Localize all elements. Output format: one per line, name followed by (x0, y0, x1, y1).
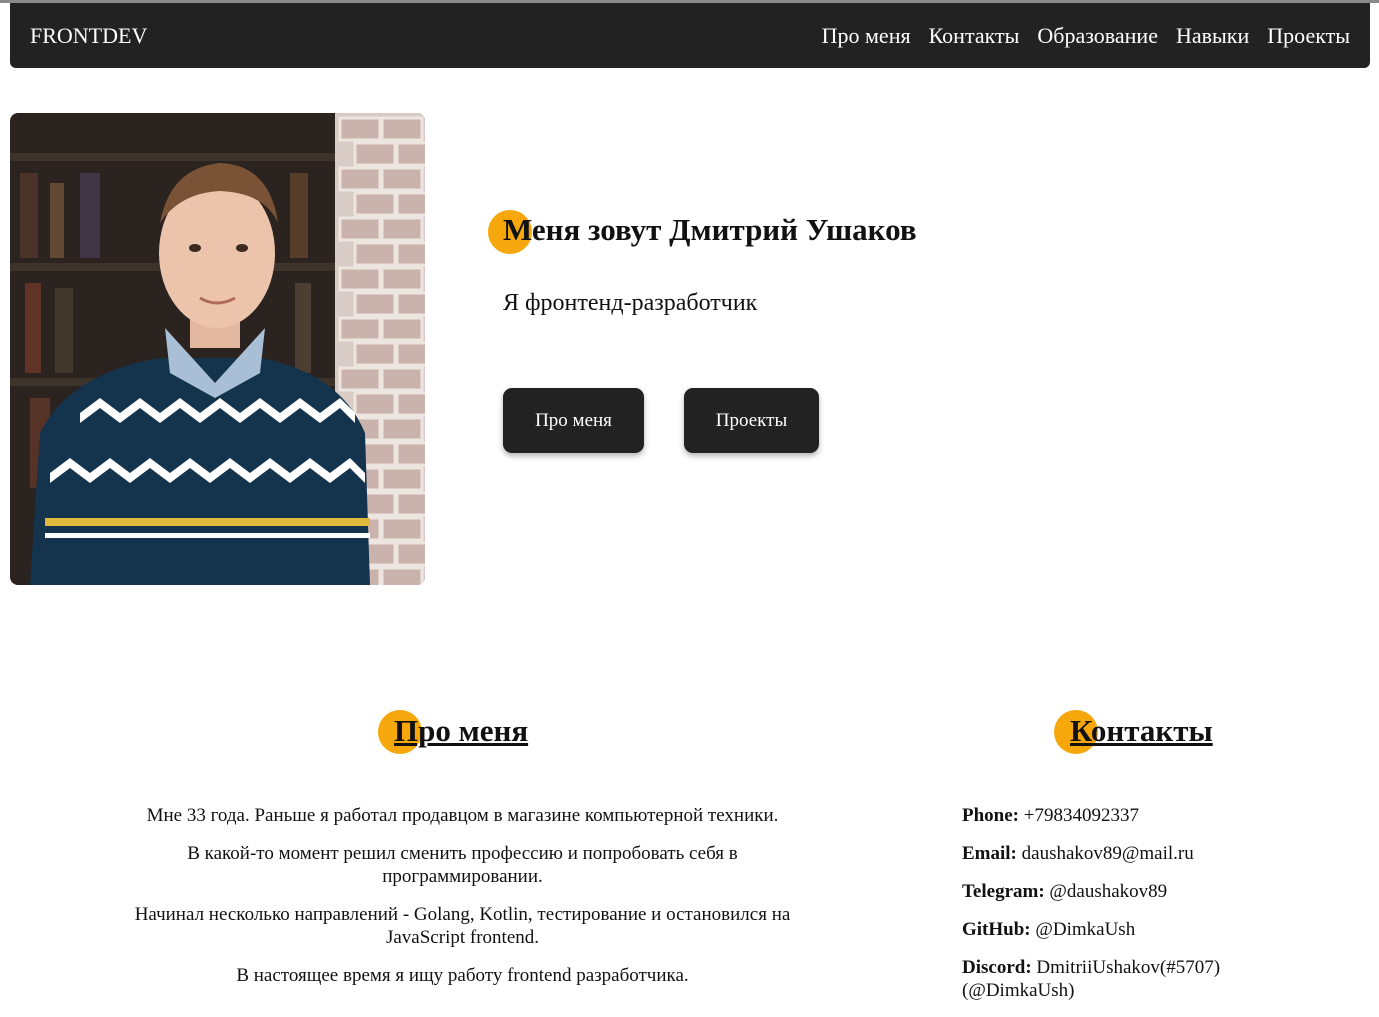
contact-phone: Phone: +79834092337 (962, 804, 1262, 827)
about-button[interactable]: Про меня (503, 388, 644, 453)
projects-button[interactable]: Проекты (684, 388, 819, 453)
hero-title: Меня зовут Дмитрий Ушаков (503, 212, 917, 247)
brand-logo[interactable]: FRONTDEV (30, 23, 147, 49)
nav-link-contacts[interactable]: Контакты (929, 23, 1020, 49)
about-paragraph: В настоящее время я ищу работу frontend … (236, 965, 689, 986)
nav-link-projects[interactable]: Проекты (1267, 23, 1350, 49)
contacts-section-title: Контакты (1070, 713, 1213, 748)
contact-value[interactable]: @daushakov89 (1049, 881, 1167, 902)
contact-label: Telegram: (962, 881, 1045, 902)
nav-link-about[interactable]: Про меня (822, 23, 911, 49)
contact-label: Phone: (962, 805, 1019, 826)
hero-subtitle: Я фронтенд-разработчик (503, 290, 758, 316)
contact-label: Email: (962, 843, 1017, 864)
contact-telegram: Telegram: @daushakov89 (962, 880, 1262, 903)
contact-value[interactable]: daushakov89@mail.ru (1022, 843, 1194, 864)
contact-label: Discord: (962, 957, 1032, 978)
contact-email: Email: daushakov89@mail.ru (962, 842, 1262, 865)
nav-link-education[interactable]: Образование (1037, 23, 1158, 49)
about-paragraph: Начинал несколько направлений - Golang, … (134, 904, 791, 948)
contact-discord: Discord: DmitriiUshakov(#5707) (@DimkaUs… (962, 956, 1262, 1002)
contact-value[interactable]: @DimkaUsh (1035, 919, 1135, 940)
about-section-title: Про меня (394, 713, 529, 748)
about-text: Мне 33 года. Раньше я работал продавцом … (110, 804, 815, 1002)
navbar: FRONTDEV Про меня Контакты Образование Н… (10, 3, 1370, 68)
about-paragraph: В какой-то момент решил сменить професси… (187, 843, 738, 887)
contact-github: GitHub: @DimkaUsh (962, 918, 1262, 941)
about-paragraph: Мне 33 года. Раньше я работал продавцом … (146, 805, 779, 826)
contact-value[interactable]: +79834092337 (1024, 805, 1139, 826)
nav-link-skills[interactable]: Навыки (1176, 23, 1249, 49)
contact-label: GitHub: (962, 919, 1031, 940)
contacts-list: Phone: +79834092337 Email: daushakov89@m… (962, 804, 1262, 1017)
nav-links: Про меня Контакты Образование Навыки Про… (822, 23, 1350, 49)
profile-photo (10, 113, 425, 585)
